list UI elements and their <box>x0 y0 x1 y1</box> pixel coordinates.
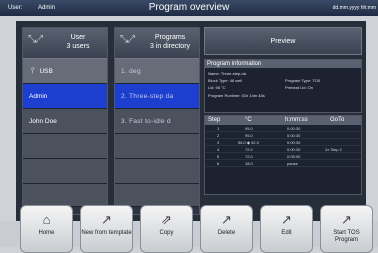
info-name: Name: Three-step-da <box>208 71 246 76</box>
program-item-empty <box>115 134 199 159</box>
info-lid: Lid: 96 °C <box>208 85 226 90</box>
user-item-empty <box>23 159 107 184</box>
usb-icon: ⫯ <box>31 66 35 75</box>
step-temp: 95.0 <box>245 126 253 131</box>
users-header: ⤡⤢ User 3 users <box>23 28 107 59</box>
date-display: dd.mm.yyyy hh:mm <box>332 5 376 11</box>
main-panel: ⤡⤢ User 3 users ⫯ USB Admin John Doe ⤡⤢ … <box>16 21 366 221</box>
step-time: 0:00:30 <box>287 140 301 145</box>
program-info-heading: Program information <box>205 60 361 68</box>
edit-label: Edit <box>281 230 292 236</box>
step-temp: 72.0 <box>245 154 253 159</box>
new-from-template-label: New from template <box>81 230 132 236</box>
details-column: Preview Program information Name: Three-… <box>204 27 362 215</box>
edit-curve-icon: ↗ <box>281 212 292 227</box>
expand-icon: ⤡⤢ <box>120 34 135 45</box>
curve-icon: ↗ <box>101 212 112 227</box>
users-column: ⤡⤢ User 3 users ⫯ USB Admin John Doe <box>22 27 108 215</box>
expand-icon: ⤡⤢ <box>28 34 43 45</box>
info-block-type: Block Type: 48 well <box>208 78 243 83</box>
delete-curve-icon: ↗ <box>221 212 232 227</box>
step-num: 6 <box>217 161 220 166</box>
program-item[interactable]: 1. deg <box>115 59 199 84</box>
user-item-admin[interactable]: Admin <box>23 84 107 109</box>
user-item-empty <box>23 184 107 207</box>
home-button-label: Home <box>38 230 55 236</box>
user-item-label: Admin <box>29 92 48 100</box>
program-item-empty <box>115 184 199 207</box>
home-icon: ⌂ <box>42 212 51 227</box>
info-runtime: Program Runtime: 01h 14m 48s <box>208 93 265 98</box>
programs-count: 3 in directory <box>149 43 191 50</box>
user-item-empty <box>23 134 107 159</box>
step-temp: 95.0 <box>245 133 253 138</box>
step-row: 5 72.0 0:05:00 <box>205 153 361 160</box>
top-bar: User: Admin Program overview dd.mm.yyyy … <box>0 0 378 16</box>
start-tos-label: Start TOS Program <box>333 230 360 243</box>
steps-header: Step °C h:mm:ss GoTo <box>205 116 361 125</box>
col-step: Step <box>208 117 221 123</box>
info-preheat-lid: Preheat Lid: On <box>285 85 314 90</box>
step-temp: 72.0 <box>245 147 253 152</box>
step-time: pause <box>287 161 298 166</box>
user-item-label: John Doe <box>29 117 57 125</box>
step-time: 0:05:00 <box>287 154 301 159</box>
programs-title: Programs <box>154 34 186 41</box>
new-from-template-button[interactable]: ↗ New from template <box>80 205 133 253</box>
home-button[interactable]: ⌂ Home <box>20 205 73 253</box>
step-num: 3 <box>217 140 220 145</box>
preview-button[interactable]: Preview <box>204 27 362 55</box>
page-title: Program overview <box>148 2 230 13</box>
users-title: User <box>70 34 86 41</box>
button-bar: ⌂ Home ↗ New from template ⇗ Copy ↗ Dele… <box>0 205 378 253</box>
step-num: 2 <box>217 133 220 138</box>
step-row: 3 58.0 ◆ 52.0 0:00:30 <box>205 139 361 146</box>
delete-label: Delete <box>217 230 236 236</box>
programs-header: ⤡⤢ Programs 3 in directory <box>115 28 199 59</box>
steps-table: Step °C h:mm:ss GoTo 1 95.0 0:00:30 2 95… <box>204 115 362 195</box>
start-curve-icon: ↗ <box>341 212 352 227</box>
col-time: h:mm:ss <box>285 117 308 123</box>
start-tos-program-button[interactable]: ↗ Start TOS Program <box>320 205 373 253</box>
program-item-label: 3. Fast to-idle d <box>121 117 171 125</box>
program-info-panel: Program information Name: Three-step-da … <box>204 59 362 113</box>
program-item[interactable]: 3. Fast to-idle d <box>115 109 199 134</box>
step-time: 0:00:30 <box>287 126 301 131</box>
program-item-selected[interactable]: 2. Three-step da <box>115 84 199 109</box>
user-item-john-doe[interactable]: John Doe <box>23 109 107 134</box>
step-row: 1 95.0 0:00:30 <box>205 125 361 132</box>
info-program-type: Program Type: TOS <box>285 78 321 83</box>
step-temp: 18.0 <box>245 161 253 166</box>
col-temp: °C <box>245 117 252 123</box>
step-time: 0:00:30 <box>287 133 301 138</box>
step-num: 1 <box>217 126 220 131</box>
user-item-label: USB <box>39 67 53 75</box>
delete-button[interactable]: ↗ Delete <box>200 205 253 253</box>
step-temp: 58.0 ◆ 52.0 <box>238 140 259 145</box>
col-goto: GoTo <box>330 117 345 123</box>
step-row: 4 72.0 0:00:30 2x Step 2 <box>205 146 361 153</box>
copy-button[interactable]: ⇗ Copy <box>140 205 193 253</box>
programs-column: ⤡⤢ Programs 3 in directory 1. deg 2. Thr… <box>114 27 200 215</box>
step-goto: 2x Step 2 <box>325 147 342 152</box>
users-count: 3 users <box>66 43 90 50</box>
copy-label: Copy <box>159 230 174 236</box>
step-time: 0:00:30 <box>287 147 301 152</box>
program-item-empty <box>115 159 199 184</box>
copy-curve-icon: ⇗ <box>161 212 172 227</box>
edit-button[interactable]: ↗ Edit <box>260 205 313 253</box>
step-num: 4 <box>217 147 220 152</box>
step-row: 6 18.0 pause <box>205 160 361 167</box>
program-item-label: 2. Three-step da <box>121 92 174 100</box>
step-num: 5 <box>217 154 220 159</box>
step-row: 2 95.0 0:00:30 <box>205 132 361 139</box>
program-item-label: 1. deg <box>121 67 141 75</box>
user-item-usb[interactable]: ⫯ USB <box>23 59 107 84</box>
